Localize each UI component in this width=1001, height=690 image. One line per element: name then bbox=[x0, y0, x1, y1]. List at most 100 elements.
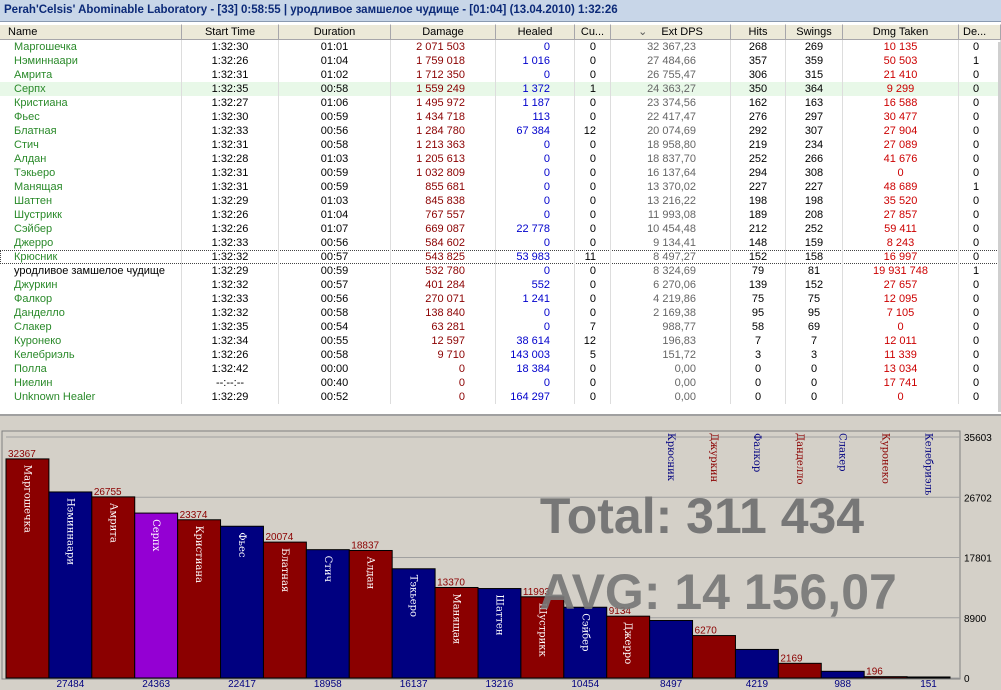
cell-hits: 252 bbox=[731, 152, 786, 166]
cell-dps: 0,00 bbox=[611, 390, 731, 404]
cell-dmg: 1 205 613 bbox=[391, 152, 496, 166]
cell-hits: 227 bbox=[731, 180, 786, 194]
table-row[interactable]: Шаттен 1:32:29 01:03 845 838 0 0 13 216,22 198 1… bbox=[0, 194, 1001, 208]
cell-dmg: 1 495 972 bbox=[391, 96, 496, 110]
chart-value-label: 10454 bbox=[571, 679, 599, 690]
table-row[interactable]: Ниелин --:--:-- 00:40 0 0 0 0,00 0 0 17 741 0 bbox=[0, 376, 1001, 390]
cell-taken: 12 011 bbox=[843, 334, 959, 348]
cell-taken: 0 bbox=[843, 166, 959, 180]
column-header-name[interactable]: Name bbox=[0, 24, 182, 40]
cell-dmg: 767 557 bbox=[391, 208, 496, 222]
column-header-duration[interactable]: Duration bbox=[279, 24, 391, 40]
cell-dur: 00:58 bbox=[279, 82, 391, 96]
table-row[interactable]: Куронеко 1:32:34 00:55 12 597 38 614 12 196,83… bbox=[0, 334, 1001, 348]
chart-category-label: Слакер bbox=[837, 433, 848, 472]
cell-healed: 0 bbox=[496, 152, 575, 166]
column-header-dmg-taken[interactable]: Dmg Taken bbox=[843, 24, 959, 40]
cell-name: Unknown Healer bbox=[0, 390, 182, 404]
chart-category-label: Блатная bbox=[279, 548, 290, 592]
table-row[interactable]: Сэйбер 1:32:26 01:07 669 087 22 778 0 10 454,4… bbox=[0, 222, 1001, 236]
cell-taken: 19 931 748 bbox=[843, 264, 959, 278]
chart-category-label: Тэкьеро bbox=[408, 575, 419, 617]
cell-dur: 00:55 bbox=[279, 334, 391, 348]
chart-category-label: Маргошечка bbox=[21, 465, 32, 533]
cell-name: Куронеко bbox=[0, 334, 182, 348]
cell-cu: 0 bbox=[575, 362, 611, 376]
table-row[interactable]: Нэминнаари 1:32:26 01:04 1 759 018 1 016 0 27 … bbox=[0, 54, 1001, 68]
chart-y-tick-label: 8900 bbox=[964, 614, 987, 625]
table-row[interactable]: Серпх 1:32:35 00:58 1 559 249 1 372 1 24 363,2… bbox=[0, 82, 1001, 96]
table-header: Name Start Time Duration Damage Healed C… bbox=[0, 24, 1001, 40]
table-row[interactable]: Фалкор 1:32:33 00:56 270 071 1 241 0 4 219,86 7… bbox=[0, 292, 1001, 306]
table-row[interactable]: Тэкьеро 1:32:31 00:59 1 032 809 0 0 16 137,64 2… bbox=[0, 166, 1001, 180]
cell-dmg: 1 759 018 bbox=[391, 54, 496, 68]
cell-cu: 5 bbox=[575, 348, 611, 362]
column-header-deaths[interactable]: De... bbox=[959, 24, 1001, 40]
cell-hits: 7 bbox=[731, 334, 786, 348]
cell-start: 1:32:34 bbox=[182, 334, 279, 348]
column-header-healed[interactable]: Healed bbox=[496, 24, 575, 40]
cell-dur: 01:06 bbox=[279, 96, 391, 110]
cell-hits: 0 bbox=[731, 390, 786, 404]
cell-swings: 198 bbox=[786, 194, 843, 208]
table-row[interactable]: Фьес 1:32:30 00:59 1 434 718 113 0 22 417,47 27… bbox=[0, 110, 1001, 124]
cell-name: Фалкор bbox=[0, 292, 182, 306]
cell-dps: 13 216,22 bbox=[611, 194, 731, 208]
column-header-damage[interactable]: Damage bbox=[391, 24, 496, 40]
table-row[interactable]: Манящая 1:32:31 00:59 855 681 0 0 13 370,02 227… bbox=[0, 180, 1001, 194]
cell-swings: 234 bbox=[786, 138, 843, 152]
cell-taken: 17 741 bbox=[843, 376, 959, 390]
cell-dps: 11 993,08 bbox=[611, 208, 731, 222]
table-row[interactable]: Полла 1:32:42 00:00 0 18 384 0 0,00 0 0 13 034 0 bbox=[0, 362, 1001, 376]
table-row[interactable]: Келебриэль 1:32:26 00:58 9 710 143 003 5 151,7… bbox=[0, 348, 1001, 362]
chart-category-label: Алдан bbox=[365, 556, 376, 589]
chart-value-label: 4219 bbox=[746, 679, 769, 690]
chart-y-tick-label: 35603 bbox=[964, 433, 992, 444]
cell-dur: 01:02 bbox=[279, 68, 391, 82]
column-header-start-time[interactable]: Start Time bbox=[182, 24, 279, 40]
table-row[interactable]: Джерро 1:32:33 00:56 584 602 0 0 9 134,41 148 15… bbox=[0, 236, 1001, 250]
table-row[interactable]: Блатная 1:32:33 00:56 1 284 780 67 384 12 20 0… bbox=[0, 124, 1001, 138]
table-row[interactable]: Данделло 1:32:32 00:58 138 840 0 0 2 169,38 95 9… bbox=[0, 306, 1001, 320]
cell-hits: 294 bbox=[731, 166, 786, 180]
chart-value-label: 196 bbox=[866, 667, 883, 678]
table-row[interactable]: Алдан 1:32:28 01:03 1 205 613 0 0 18 837,70 252… bbox=[0, 152, 1001, 166]
table-row[interactable]: Слакер 1:32:35 00:54 63 281 0 7 988,77 58 69 0 0 bbox=[0, 320, 1001, 334]
column-header-hits[interactable]: Hits bbox=[731, 24, 786, 40]
cell-healed: 0 bbox=[496, 236, 575, 250]
cell-swings: 0 bbox=[786, 362, 843, 376]
table-row[interactable]: уродливое замшелое чудище 1:32:29 00:59 532… bbox=[0, 264, 1001, 278]
cell-dps: 0,00 bbox=[611, 376, 731, 390]
cell-de: 0 bbox=[959, 362, 1001, 376]
table-row[interactable]: Джуркин 1:32:32 00:57 401 284 552 0 6 270,06 13… bbox=[0, 278, 1001, 292]
cell-healed: 143 003 bbox=[496, 348, 575, 362]
cell-dps: 18 958,80 bbox=[611, 138, 731, 152]
cell-swings: 0 bbox=[786, 390, 843, 404]
table-row[interactable]: Стич 1:32:31 00:58 1 213 363 0 0 18 958,80 219 2… bbox=[0, 138, 1001, 152]
cell-de: 0 bbox=[959, 40, 1001, 54]
cell-cu: 0 bbox=[575, 40, 611, 54]
cell-name: Кристиана bbox=[0, 96, 182, 110]
cell-swings: 3 bbox=[786, 348, 843, 362]
chart-value-label: 2169 bbox=[780, 653, 803, 664]
cell-hits: 189 bbox=[731, 208, 786, 222]
cell-healed: 0 bbox=[496, 138, 575, 152]
cell-dmg: 9 710 bbox=[391, 348, 496, 362]
column-header-ext-dps[interactable]: ⌄ Ext DPS bbox=[611, 24, 731, 40]
table-row[interactable]: Амрита 1:32:31 01:02 1 712 350 0 0 26 755,47 30… bbox=[0, 68, 1001, 82]
cell-dur: 00:58 bbox=[279, 306, 391, 320]
column-header-crits[interactable]: Cu... bbox=[575, 24, 611, 40]
cell-hits: 58 bbox=[731, 320, 786, 334]
chart-value-label: 8497 bbox=[660, 679, 683, 690]
table-row[interactable]: Кристиана 1:32:27 01:06 1 495 972 1 187 0 23 3… bbox=[0, 96, 1001, 110]
column-header-swings[interactable]: Swings bbox=[786, 24, 843, 40]
chart-value-label: 13370 bbox=[437, 577, 465, 588]
chart-y-tick-label: 0 bbox=[964, 674, 970, 685]
cell-dmg: 1 434 718 bbox=[391, 110, 496, 124]
table-row[interactable]: Unknown Healer 1:32:29 00:52 0 164 297 0 0,00 0… bbox=[0, 390, 1001, 404]
table-row[interactable]: Крюсник 1:32:32 00:57 543 825 53 983 11 8 497,… bbox=[0, 250, 1001, 264]
table-row[interactable]: Маргошечка 1:32:30 01:01 2 071 503 0 0 32 367,… bbox=[0, 40, 1001, 54]
cell-swings: 159 bbox=[786, 236, 843, 250]
table-row[interactable]: Шустрикк 1:32:26 01:04 767 557 0 0 11 993,08 18… bbox=[0, 208, 1001, 222]
cell-de: 0 bbox=[959, 250, 1001, 264]
